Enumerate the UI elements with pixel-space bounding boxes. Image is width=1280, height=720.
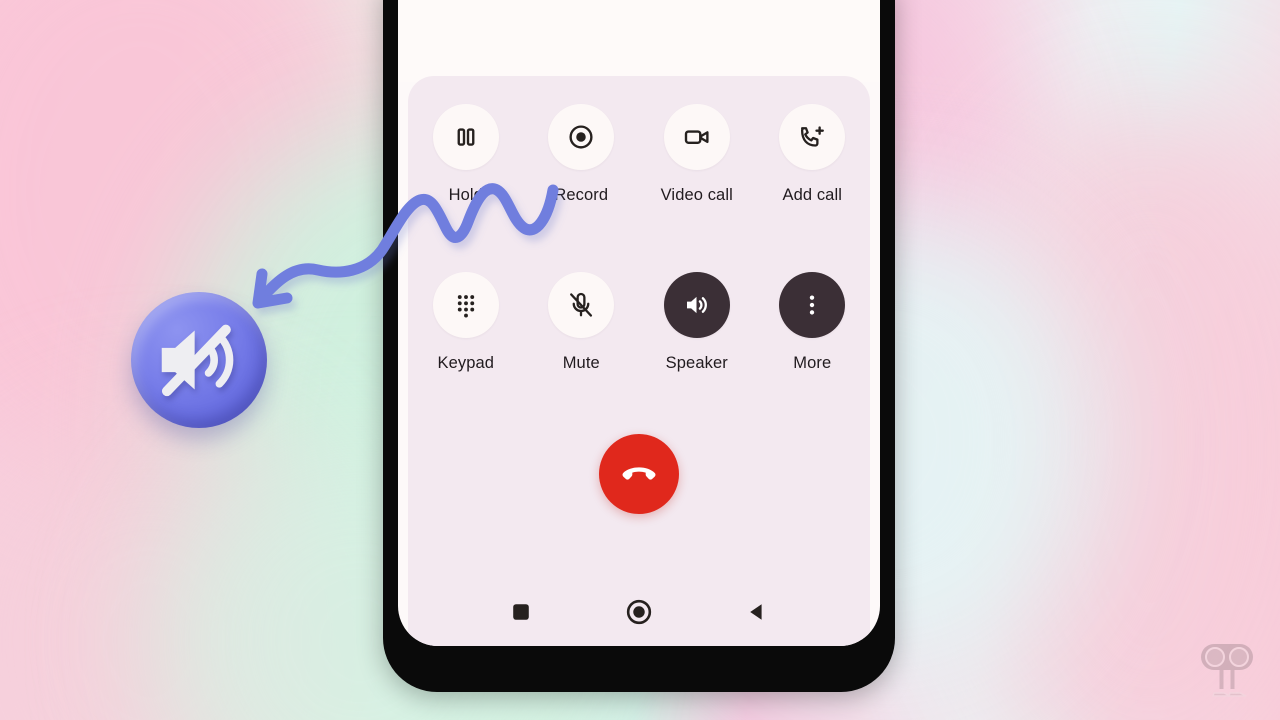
phone-screen: Hold Record Video call Add call Keypad M…	[398, 0, 880, 646]
more-label: More	[793, 354, 832, 372]
more-vert-icon	[810, 295, 815, 315]
end-call-button[interactable]	[599, 434, 679, 514]
mic-off-icon	[570, 292, 593, 317]
control-video-call[interactable]: Video call	[639, 104, 755, 205]
dialpad-icon	[457, 295, 474, 318]
phone-device-frame: Hold Record Video call Add call Keypad M…	[383, 0, 895, 692]
call-controls-sheet: Hold Record Video call Add call Keypad M…	[408, 76, 870, 646]
control-speaker[interactable]: Speaker	[639, 272, 755, 373]
speaker-mute-icon	[161, 324, 234, 397]
speaker-label: Speaker	[665, 354, 728, 372]
pause-icon	[457, 128, 475, 146]
add-call-button[interactable]	[779, 104, 846, 170]
nav-back-button[interactable]	[740, 595, 774, 629]
mute-button[interactable]	[548, 272, 615, 338]
screenshot-stage: Hold Record Video call Add call Keypad M…	[0, 0, 1280, 720]
background-blob	[0, 410, 360, 720]
circle-icon	[626, 599, 652, 625]
square-icon	[513, 604, 529, 620]
control-more[interactable]: More	[755, 272, 871, 373]
call-end-icon	[622, 467, 656, 480]
add-call-icon	[801, 126, 825, 147]
speaker-mute-badge	[131, 292, 267, 428]
add-call-label: Add call	[782, 186, 842, 204]
call-controls-row-two: Keypad Mute Speaker More	[408, 272, 870, 373]
record-button[interactable]	[548, 104, 615, 170]
control-record[interactable]: Record	[524, 104, 640, 205]
video-call-button[interactable]	[663, 104, 730, 170]
control-keypad[interactable]: Keypad	[408, 272, 524, 373]
keypad-button[interactable]	[432, 272, 499, 338]
triangle-left-icon	[750, 604, 762, 620]
android-navigation-bar	[408, 584, 870, 640]
mute-label: Mute	[562, 354, 600, 372]
end-call-area	[408, 434, 870, 514]
more-button[interactable]	[779, 272, 846, 338]
record-label: Record	[554, 186, 609, 204]
speaker-button[interactable]	[663, 272, 730, 338]
phone-frame-bump	[881, 0, 895, 22]
keypad-label: Keypad	[437, 354, 495, 372]
control-mute[interactable]: Mute	[524, 272, 640, 373]
volume-up-icon	[686, 296, 707, 314]
video-call-label: Video call	[660, 186, 733, 204]
hold-label: Hold	[448, 186, 483, 204]
nav-home-button[interactable]	[622, 595, 656, 629]
videocam-icon	[684, 130, 709, 144]
call-info-area	[398, 0, 880, 82]
watermark-logo	[1196, 641, 1258, 704]
control-add-call[interactable]: Add call	[755, 104, 871, 205]
record-icon	[569, 125, 593, 149]
hold-button[interactable]	[432, 104, 499, 170]
robot-logo-icon	[1201, 644, 1253, 697]
control-hold[interactable]: Hold	[408, 104, 524, 205]
background-blob	[940, 100, 1280, 720]
nav-recents-button[interactable]	[504, 595, 538, 629]
call-controls-row-one: Hold Record Video call Add call	[408, 104, 870, 205]
